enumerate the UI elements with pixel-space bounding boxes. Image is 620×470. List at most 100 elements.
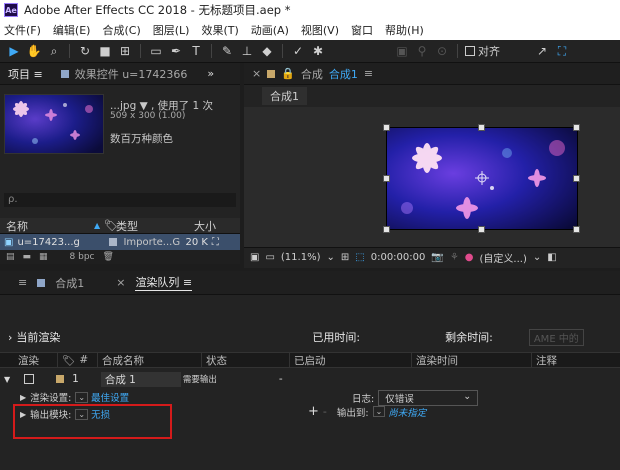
more-panels-button[interactable]: » [207,67,214,80]
pan-behind-tool-icon[interactable]: ⊞ [117,43,133,59]
transform-handle[interactable] [573,175,580,182]
expand-icon[interactable]: ⛶ [554,43,570,59]
brush-tool-icon[interactable]: ✎ [219,43,235,59]
col-comment[interactable]: 注释 [532,353,620,367]
render-queue-item[interactable]: ▼ 1 合成 1 需要输出 - [0,370,620,388]
zoom-tool-icon[interactable]: ⌕ [46,43,62,59]
preview-icon[interactable]: ▣ [250,252,259,263]
region-of-interest-icon[interactable]: ⬚ [355,252,364,263]
snapshot-icon[interactable]: 📷 [431,252,443,263]
view-mode-dropdown[interactable]: (自定义...) [480,250,527,265]
output-to-value[interactable]: 尚未指定 [388,405,426,419]
transform-handle[interactable] [478,124,485,131]
bit-depth-button[interactable]: 8 bpc [70,252,95,262]
viewer-breadcrumb-bar: 合成1 [244,85,620,107]
zoom-level-dropdown[interactable]: (11.1%) [281,252,321,263]
transform-handle[interactable] [478,226,485,233]
grid-icon[interactable]: ⊞ [341,252,349,263]
chevron-down-icon[interactable]: ⌄ [533,252,541,263]
menu-effect[interactable]: 效果(T) [201,22,238,38]
menu-help[interactable]: 帮助(H) [385,22,424,38]
col-type[interactable]: 类型 [116,218,194,234]
expand-arrow-icon[interactable]: ▶ [20,393,26,402]
camera-tool-icon[interactable]: ■ [97,43,113,59]
hand-tool-icon[interactable]: ✋ [26,43,42,59]
tab-menu-icon[interactable]: ≡ [364,67,373,80]
viewer-footer: ▣ ▭ (11.1%) ⌄ ⊞ ⬚ 0:00:00:00 📷 ⚘ ● (自定义.… [244,247,620,267]
menu-composition[interactable]: 合成(C) [102,22,140,38]
col-render-time[interactable]: 渲染时间 [412,353,532,367]
remove-output-module-button[interactable]: - [323,405,327,418]
text-tool-icon[interactable]: T [188,43,204,59]
sort-arrow-icon[interactable]: ▲ [94,221,104,230]
snap-options-icon[interactable]: ↗ [534,43,550,59]
trash-icon[interactable]: 🗑 [103,252,114,262]
eraser-tool-icon[interactable]: ◆ [259,43,275,59]
render-settings-row: ▶ 渲染设置: ⌄ 最佳设置 [20,390,129,404]
expand-arrow-icon[interactable]: ▼ [4,375,10,384]
transform-handle[interactable] [573,226,580,233]
menu-layer[interactable]: 图层(L) [153,22,190,38]
tab-menu-icon[interactable]: ≡ [18,276,27,289]
rotate-tool-icon[interactable]: ↻ [77,43,93,59]
chevron-down-icon[interactable]: ⌄ [75,391,89,403]
roto-brush-tool-icon[interactable]: ✓ [290,43,306,59]
shape-tool-icon[interactable]: ▭ [148,43,164,59]
project-item-row[interactable]: ▣ u=17423...g Importe...G 20 K ⛶ [0,234,240,250]
snap-checkbox-box[interactable] [465,46,475,56]
queue-in-ame-button[interactable]: AME 中的 [528,328,584,346]
col-started[interactable]: 已启动 [290,353,412,367]
col-size[interactable]: 大小 [194,218,216,234]
effects-panel-icon [60,69,69,78]
menu-edit[interactable]: 编辑(E) [53,22,91,38]
close-tab-icon[interactable]: × [252,67,261,80]
tab-effect-controls[interactable]: 效果控件 u=1742366 [75,66,188,82]
col-comp-name[interactable]: 合成名称 [98,353,202,367]
color-channel-icon[interactable]: ● [465,252,474,263]
expand-arrow-icon[interactable]: › [8,331,12,344]
menu-bar: 文件(F) 编辑(E) 合成(C) 图层(L) 效果(T) 动画(A) 视图(V… [0,20,620,40]
chevron-down-icon[interactable]: ⌄ [372,406,386,417]
puppet-tool-icon[interactable]: ✱ [310,43,326,59]
close-tab-icon[interactable]: × [116,276,125,289]
local-axis-icon: ▣ [396,44,408,58]
toolbar: ▶ ✋ ⌕ ↻ ■ ⊞ ▭ ✒ T ✎ ⊥ ◆ ✓ ✱ ▣ ⚲ ⊙ 对齐 ↗ ⛶ [0,40,620,63]
render-settings-value[interactable]: 最佳设置 [91,390,129,404]
tab-project[interactable]: 项目 ≡ [8,66,43,82]
menu-file[interactable]: 文件(F) [4,22,41,38]
col-status[interactable]: 状态 [202,353,290,367]
menu-animation[interactable]: 动画(A) [251,22,289,38]
monitor-icon[interactable]: ▭ [265,252,274,263]
chevron-down-icon[interactable]: ⌄ [326,252,334,263]
transform-handle[interactable] [383,124,390,131]
tab-render-queue[interactable]: 渲染队列 ≡ [135,274,193,291]
add-output-module-button[interactable]: + [308,404,319,419]
clone-stamp-tool-icon[interactable]: ⊥ [239,43,255,59]
interpret-footage-icon[interactable]: ▤ [6,252,15,262]
col-render[interactable]: 渲染 [0,353,58,367]
transform-handle[interactable] [383,175,390,182]
new-folder-icon[interactable]: ▬ [23,252,32,262]
snap-checkbox[interactable]: 对齐 [465,43,500,59]
transform-handle[interactable] [573,124,580,131]
lock-icon[interactable]: 🔒 [281,67,295,80]
layout-icon[interactable]: ◧ [547,252,556,263]
toolbar-divider [140,44,141,58]
new-composition-icon[interactable]: ▦ [39,252,48,262]
composition-frame[interactable] [386,127,578,230]
timecode[interactable]: 0:00:00:00 [371,252,426,263]
selection-tool-icon[interactable]: ▶ [6,43,22,59]
show-snapshot-icon[interactable]: ⚘ [450,252,459,263]
col-index[interactable]: 🏷 # [58,353,98,367]
pen-tool-icon[interactable]: ✒ [168,43,184,59]
menu-view[interactable]: 视图(V) [301,22,339,38]
tab-composition-name[interactable]: 合成1 [329,66,358,82]
footage-color-depth: 数百万种颜色 [110,133,173,145]
col-name[interactable]: 名称 [6,218,94,234]
menu-window[interactable]: 窗口 [351,22,373,38]
composition-breadcrumb[interactable]: 合成1 [262,87,307,105]
project-search-input[interactable]: ρ. [4,193,236,207]
tab-composition[interactable]: 合成1 [55,275,84,291]
render-checkbox[interactable] [24,374,35,384]
transform-handle[interactable] [383,226,390,233]
